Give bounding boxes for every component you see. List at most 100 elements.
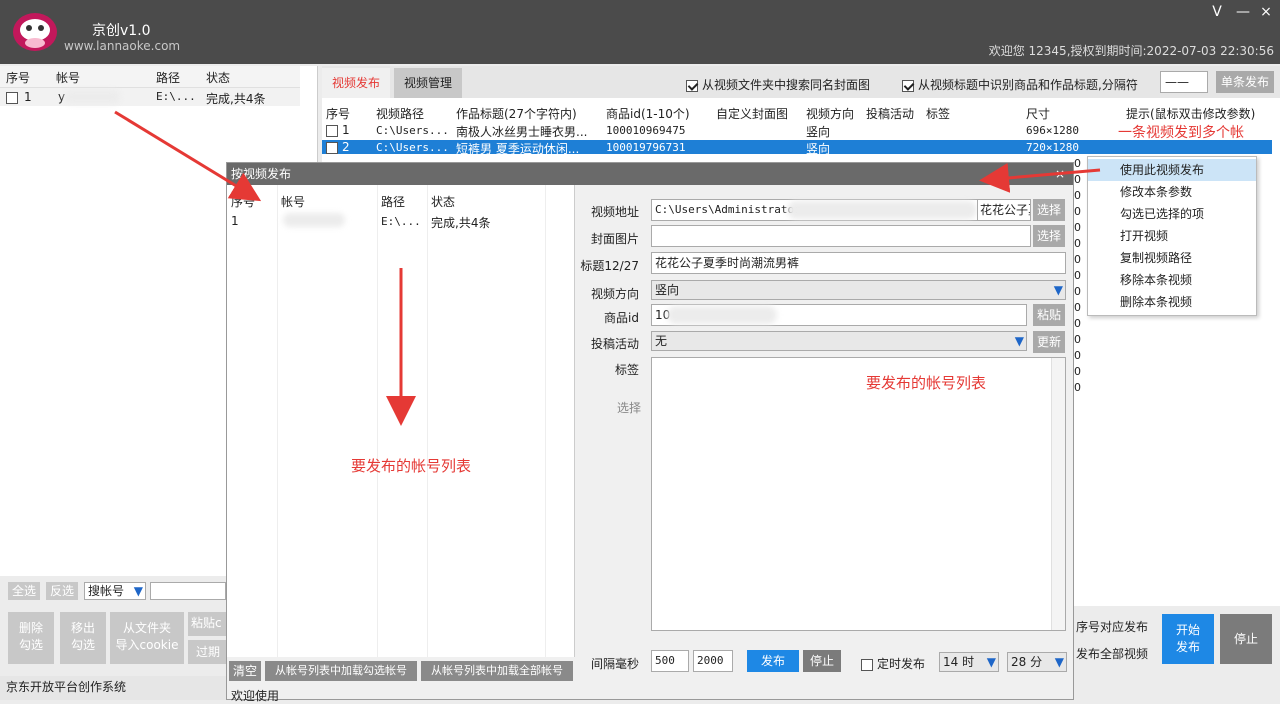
row-checkbox[interactable] xyxy=(326,124,338,137)
cover-label: 封面图片 xyxy=(590,232,639,246)
menu-copy-path[interactable]: 复制视频路径 xyxy=(1088,247,1256,269)
single-publish-button[interactable]: 单条发布 xyxy=(1216,71,1274,93)
row-title: 短裤男 夏季运动休闲... xyxy=(456,142,580,156)
seq-publish-option[interactable]: 序号对应发布 xyxy=(1076,618,1148,635)
search-cover-option[interactable]: 从视频文件夹中搜索同名封面图 xyxy=(686,76,870,93)
hour-value: 14 时 xyxy=(943,655,975,669)
app-url: www.lannaoke.com xyxy=(64,39,181,53)
publish-all-option[interactable]: 发布全部视频 xyxy=(1076,645,1148,662)
video-row[interactable]: 1 C:\Users... 南极人冰丝男士睡衣男... 100010969475… xyxy=(322,122,1280,141)
video-path-tail: 花花公子夏 xyxy=(977,199,1031,221)
video-label: 视频地址 xyxy=(590,205,639,219)
dir-label: 视频方向 xyxy=(590,287,639,301)
dir-select[interactable]: 竖向 ▼ xyxy=(651,280,1066,300)
tags-scrollbar[interactable] xyxy=(1051,358,1065,630)
col-activity: 投稿活动 xyxy=(866,107,915,121)
timed-checkbox[interactable] xyxy=(861,658,873,671)
app-name: 京创v1.0 xyxy=(92,23,151,39)
account-list-header: 序号 帐号 路径 状态 xyxy=(0,66,300,88)
activity-select[interactable]: 无 ▼ xyxy=(651,331,1027,351)
row-path: C:\Users... xyxy=(376,124,449,137)
col-path: 视频路径 xyxy=(376,107,425,121)
row-status: 完成,共4条 xyxy=(431,216,491,230)
interval-min-field[interactable]: 500 xyxy=(651,650,689,672)
tab-bar: 视频发布 视频管理 从视频文件夹中搜索同名封面图 从视频标题中识别商品和作品标题… xyxy=(322,66,1280,98)
publish-dialog: 按视频发布 × 序号 帐号 路径 状态 1 E:\... 完成,共4条 要发布的帐… xyxy=(226,162,1074,703)
select-all-button[interactable]: 全选 xyxy=(8,582,40,600)
blur-mask xyxy=(787,201,977,219)
clear-button[interactable]: 清空 xyxy=(229,661,261,681)
interval-max-field[interactable]: 2000 xyxy=(693,650,733,672)
hour-select[interactable]: 14 时 ▼ xyxy=(939,652,999,672)
chevron-down-icon: ▼ xyxy=(133,584,143,598)
search-mode-value: 搜帐号 xyxy=(88,584,125,598)
paste-pid-button[interactable]: 粘贴 xyxy=(1033,304,1065,326)
minimize-button[interactable]: V xyxy=(1207,4,1227,20)
menu-remove-video[interactable]: 移除本条视频 xyxy=(1088,269,1256,291)
invert-button[interactable]: 反选 xyxy=(46,582,78,600)
search-input[interactable] xyxy=(150,582,226,600)
menu-open-video[interactable]: 打开视频 xyxy=(1088,225,1256,247)
col-dir: 视频方向 xyxy=(806,107,855,121)
row-no: 1 xyxy=(342,123,350,137)
col-no: 序号 xyxy=(326,107,351,121)
video-row-selected[interactable]: 2 C:\Users... 短裤男 夏季运动休闲... 100019796731… xyxy=(322,140,1272,156)
menu-edit-params[interactable]: 修改本条参数 xyxy=(1088,181,1256,203)
minute-select[interactable]: 28 分 ▼ xyxy=(1007,652,1067,672)
expired-button[interactable]: 过期 xyxy=(188,640,226,664)
menu-check-selected[interactable]: 勾选已选择的项 xyxy=(1088,203,1256,225)
row-path: E:\... xyxy=(156,90,196,103)
row-checkbox[interactable] xyxy=(6,91,18,104)
dialog-publish-button[interactable]: 发布 xyxy=(747,650,799,672)
import-cookie-button[interactable]: 从文件夹 导入cookie xyxy=(110,612,184,664)
col-hint: 提示(鼠标双击修改参数) xyxy=(1126,107,1256,121)
title-bar: 京创v1.0 www.lannaoke.com V — × 欢迎您 12345,… xyxy=(0,0,1280,64)
row-pid: 100010969475 xyxy=(606,124,686,137)
separator-input[interactable]: —— xyxy=(1160,71,1208,93)
col-status: 状态 xyxy=(431,195,456,209)
menu-use-video[interactable]: 使用此视频发布 xyxy=(1088,159,1256,181)
tab-video-manage[interactable]: 视频管理 xyxy=(394,68,463,98)
maximize-button[interactable]: — xyxy=(1233,4,1253,20)
dialog-close-icon[interactable]: × xyxy=(1055,163,1065,185)
col-path: 路径 xyxy=(156,71,181,85)
col-tags: 标签 xyxy=(926,107,951,121)
search-cover-label: 从视频文件夹中搜索同名封面图 xyxy=(702,78,871,92)
delete-checked-button[interactable]: 删除 勾选 xyxy=(8,612,54,664)
load-all-button[interactable]: 从帐号列表中加载全部帐号 xyxy=(421,661,573,681)
tags-label: 标签 xyxy=(614,363,639,377)
paste-cookie-button[interactable]: 粘贴c xyxy=(188,612,226,636)
close-button[interactable]: × xyxy=(1256,4,1276,20)
pick-cover-button[interactable]: 选择 xyxy=(1033,225,1065,247)
load-checked-button[interactable]: 从帐号列表中加载勾选帐号 xyxy=(265,661,417,681)
dialog-account-row[interactable]: 1 E:\... 完成,共4条 xyxy=(227,213,545,230)
title-field[interactable]: 花花公子夏季时尚潮流男裤 xyxy=(651,252,1066,274)
pick-video-button[interactable]: 选择 xyxy=(1033,199,1065,221)
search-mode-select[interactable]: 搜帐号 ▼ xyxy=(84,582,146,600)
start-publish-button[interactable]: 开始 发布 xyxy=(1162,614,1214,664)
account-row[interactable]: 1 y E:\... 完成,共4条 xyxy=(0,88,300,106)
col-no: 序号 xyxy=(231,195,256,209)
stop-button[interactable]: 停止 xyxy=(1220,614,1272,664)
chevron-down-icon: ▼ xyxy=(1054,655,1064,669)
check-icon xyxy=(902,79,914,92)
row-checkbox[interactable] xyxy=(326,141,338,154)
annotation-account-list-right: 要发布的帐号列表 xyxy=(866,374,987,392)
blur-mask xyxy=(667,306,777,324)
refresh-activity-button[interactable]: 更新 xyxy=(1033,331,1065,353)
remove-checked-button[interactable]: 移出 勾选 xyxy=(60,612,106,664)
tags-select-link[interactable]: 选择 xyxy=(581,399,641,416)
activity-label: 投稿活动 xyxy=(590,337,639,351)
row-no: 1 xyxy=(231,214,239,228)
col-account: 帐号 xyxy=(56,71,81,85)
cover-field[interactable] xyxy=(651,225,1031,247)
chevron-down-icon: ▼ xyxy=(1014,334,1024,348)
menu-delete-video[interactable]: 删除本条视频 xyxy=(1088,291,1256,313)
dialog-stop-button[interactable]: 停止 xyxy=(803,650,841,672)
tab-video-publish[interactable]: 视频发布 xyxy=(322,68,391,98)
video-path-value: C:\Users\Administrator xyxy=(655,203,801,216)
tags-textarea[interactable]: 要发布的帐号列表 xyxy=(651,357,1066,631)
recognize-label: 从视频标题中识别商品和作品标题,分隔符 xyxy=(918,78,1138,92)
recognize-option[interactable]: 从视频标题中识别商品和作品标题,分隔符 xyxy=(902,76,1138,93)
timed-publish-option[interactable]: 定时发布 xyxy=(861,655,925,672)
